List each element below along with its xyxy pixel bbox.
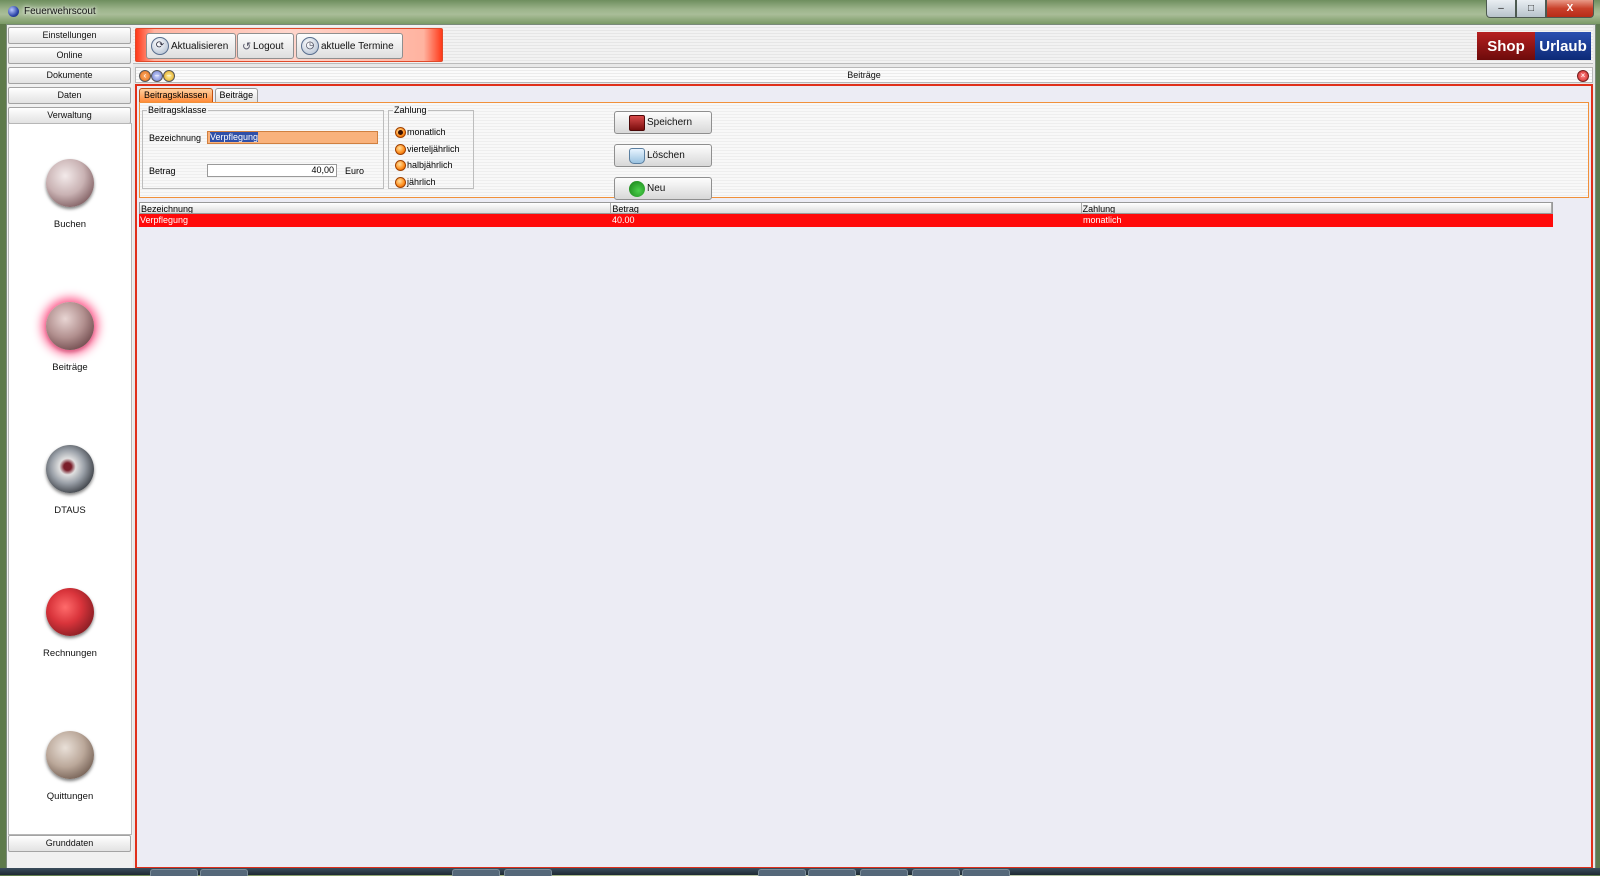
contribution-disc-icon[interactable]	[46, 302, 94, 350]
sidebar-button-online[interactable]: Online	[8, 47, 131, 64]
child-window-title: Beiträge	[847, 70, 881, 80]
toolbar: ⟳ Aktualisieren ↺ Logout ◷ aktuelle Term…	[133, 25, 1593, 64]
cell-bezeichnung[interactable]: Verpflegung	[139, 214, 611, 227]
appointments-button[interactable]: ◷ aktuelle Termine	[296, 33, 403, 59]
main-area: ⟳ Aktualisieren ↺ Logout ◷ aktuelle Term…	[133, 25, 1595, 869]
radio-label: halbjährlich	[407, 160, 453, 170]
appointments-label: aktuelle Termine	[321, 40, 394, 52]
sidebar: Einstellungen Online Dokumente Daten Ver…	[8, 27, 132, 867]
zahlung-group: Zahlung monatlich vierteljährlich halbjä…	[388, 105, 474, 189]
radio-checked-icon[interactable]	[395, 126, 406, 138]
zahlung-legend: Zahlung	[394, 105, 427, 115]
cell-zahlung[interactable]: monatlich	[1082, 214, 1553, 227]
sidebar-button-grunddaten[interactable]: Grunddaten	[8, 835, 131, 852]
tab-bar: Beitragsklassen Beiträge	[139, 88, 260, 102]
receipt-disc-icon[interactable]	[46, 731, 94, 779]
radio-label: vierteljährlich	[407, 144, 460, 154]
radio-unchecked-icon[interactable]	[395, 143, 406, 155]
module-label: Quittungen	[46, 791, 94, 802]
taskbar	[0, 868, 1600, 876]
child-window-body: Beitragsklassen Beiträge Beitragsklasse …	[135, 84, 1593, 869]
module-quittungen[interactable]: Quittungen	[9, 731, 131, 802]
window-controls: – □ X	[1486, 0, 1594, 18]
module-label: Rechnungen	[43, 648, 97, 659]
app-client-area: Einstellungen Online Dokumente Daten Ver…	[6, 24, 1596, 870]
child-window-titlebar: ‹ – – Beiträge ×	[135, 67, 1593, 83]
sidebar-button-daten[interactable]: Daten	[8, 87, 131, 104]
radio-monatlich[interactable]: monatlich	[395, 125, 446, 139]
module-rechnungen[interactable]: Rechnungen	[9, 588, 131, 659]
window-title: Feuerwehrscout	[24, 6, 96, 17]
invoice-disc-icon[interactable]	[46, 588, 94, 636]
save-label: Speichern	[647, 117, 693, 128]
module-beitraege[interactable]: Beiträge	[9, 302, 131, 373]
module-label: Buchen	[53, 219, 87, 230]
tab-beitraege[interactable]: Beiträge	[214, 88, 259, 102]
shop-urlaub-logo[interactable]: Shop Urlaub	[1477, 32, 1591, 60]
refresh-icon: ⟳	[151, 37, 169, 55]
delete-label: Löschen	[647, 150, 685, 161]
bezeichnung-label: Bezeichnung	[149, 133, 202, 143]
trash-icon	[629, 147, 645, 164]
radio-label: jährlich	[407, 177, 436, 187]
floppy-disk-icon	[629, 114, 645, 131]
toolbar-button-group: ⟳ Aktualisieren ↺ Logout ◷ aktuelle Term…	[135, 28, 443, 62]
table-header: Bezeichnung Betrag Zahlung	[139, 202, 1553, 214]
cd-disc-icon[interactable]	[46, 445, 94, 493]
logout-button[interactable]: ↺ Logout	[237, 33, 294, 59]
beitragsklasse-legend: Beitragsklasse	[148, 105, 207, 115]
form-area: Beitragsklasse Bezeichnung Verpflegung B…	[139, 102, 1589, 200]
logo-urlaub-text: Urlaub	[1535, 32, 1591, 60]
betrag-input[interactable]: 40,00	[207, 164, 337, 177]
title-bar: Feuerwehrscout – □ X	[0, 0, 1600, 24]
radio-jaehrlich[interactable]: jährlich	[395, 175, 436, 189]
new-label: Neu	[647, 183, 666, 194]
module-panel: Buchen Beiträge DTAUS Rechnungen Quittun…	[8, 123, 132, 835]
book-disc-icon[interactable]	[46, 159, 94, 207]
radio-halbjaehrlich[interactable]: halbjährlich	[395, 158, 453, 172]
module-label: DTAUS	[54, 505, 86, 516]
new-icon	[629, 180, 645, 197]
module-buchen[interactable]: Buchen	[9, 159, 131, 230]
logo-shop-text: Shop	[1477, 32, 1535, 60]
radio-label: monatlich	[407, 127, 446, 137]
delete-button[interactable]: Löschen	[614, 144, 712, 167]
radio-vierteljaehrlich[interactable]: vierteljährlich	[395, 142, 460, 156]
bezeichnung-value: Verpflegung	[210, 132, 259, 142]
radio-unchecked-icon[interactable]	[395, 176, 406, 188]
maximize-button[interactable]: □	[1516, 0, 1546, 18]
sidebar-button-einstellungen[interactable]: Einstellungen	[8, 27, 131, 44]
minimize-button[interactable]: –	[1486, 0, 1516, 18]
new-button[interactable]: Neu	[614, 177, 712, 200]
beitragsklassen-table: Bezeichnung Betrag Zahlung Verpflegung 4…	[139, 202, 1553, 227]
radio-unchecked-icon[interactable]	[395, 159, 406, 171]
column-header-zahlung[interactable]: Zahlung	[1082, 203, 1552, 213]
sidebar-button-verwaltung[interactable]: Verwaltung	[8, 107, 131, 124]
tab-beitragsklassen[interactable]: Beitragsklassen	[139, 88, 213, 102]
bezeichnung-input[interactable]: Verpflegung	[207, 131, 378, 144]
table-row[interactable]: Verpflegung 40.00 monatlich	[139, 214, 1553, 227]
betrag-label: Betrag	[149, 166, 176, 176]
module-dtaus[interactable]: DTAUS	[9, 445, 131, 516]
column-header-bezeichnung[interactable]: Bezeichnung	[140, 203, 612, 213]
logout-icon: ↺	[242, 40, 252, 53]
save-button[interactable]: Speichern	[614, 111, 712, 134]
refresh-label: Aktualisieren	[171, 40, 229, 52]
cell-betrag[interactable]: 40.00	[611, 214, 1082, 227]
beitragsklasse-group: Beitragsklasse Bezeichnung Verpflegung B…	[142, 105, 384, 189]
column-header-betrag[interactable]: Betrag	[611, 203, 1082, 213]
calendar-icon: ◷	[301, 37, 319, 55]
currency-label: Euro	[345, 166, 365, 176]
app-icon	[8, 6, 19, 17]
close-button[interactable]: X	[1546, 0, 1594, 18]
module-label: Beiträge	[52, 362, 88, 373]
refresh-button[interactable]: ⟳ Aktualisieren	[146, 33, 236, 59]
sidebar-button-dokumente[interactable]: Dokumente	[8, 67, 131, 84]
child-close-icon[interactable]: ×	[1577, 70, 1589, 82]
logout-label: Logout	[253, 40, 284, 52]
